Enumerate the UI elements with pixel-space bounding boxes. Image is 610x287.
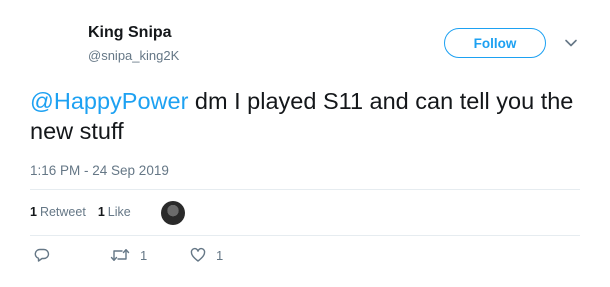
tweet-text: @HappyPower dm I played S11 and can tell…: [30, 86, 590, 146]
user-handle[interactable]: @snipa_king2K: [88, 48, 179, 63]
chevron-down-icon[interactable]: [564, 36, 578, 50]
like-stat[interactable]: 1 Like: [98, 205, 131, 219]
user-display-name[interactable]: King Snipa: [88, 24, 172, 42]
engagement-stats: 1 Retweet 1 Like: [30, 205, 143, 219]
reply-button[interactable]: [34, 247, 50, 263]
tweet-timestamp[interactable]: 1:16 PM - 24 Sep 2019: [30, 163, 169, 178]
like-button[interactable]: 1: [190, 247, 223, 263]
reply-icon: [34, 248, 50, 262]
mention-link[interactable]: @HappyPower: [30, 88, 188, 114]
heart-icon: [190, 247, 206, 262]
retweet-action-count: 1: [140, 247, 148, 263]
retweet-stat[interactable]: 1 Retweet: [30, 205, 86, 219]
retweet-icon: [110, 249, 130, 261]
like-label: Like: [107, 205, 131, 219]
divider: [30, 235, 580, 236]
follow-button[interactable]: Follow: [444, 28, 546, 58]
like-action-count: 1: [216, 247, 224, 263]
liker-avatar[interactable]: [161, 201, 185, 225]
retweet-button[interactable]: 1: [110, 247, 147, 263]
divider: [30, 189, 580, 190]
retweet-count: 1: [30, 205, 37, 219]
retweet-label: Retweet: [39, 205, 86, 219]
like-count: 1: [97, 205, 105, 219]
